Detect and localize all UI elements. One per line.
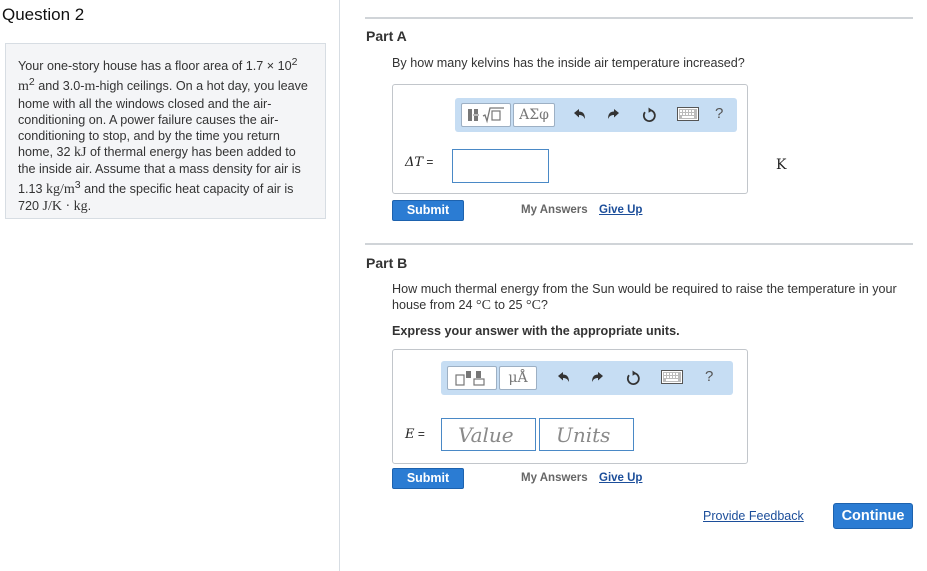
prompt-text: How much thermal energy from the Sun wou…	[392, 282, 897, 312]
part-a-title[interactable]: Part A	[366, 28, 407, 44]
unit-celsius: °C	[525, 298, 541, 313]
templates-icon[interactable]	[447, 366, 497, 390]
part-a-my-answers-link[interactable]: My Answers	[521, 204, 588, 216]
exponent: 2	[291, 56, 298, 68]
column-divider	[339, 0, 340, 571]
part-a-give-up-link[interactable]: Give Up	[599, 204, 642, 216]
unit-celsius: °C	[476, 298, 491, 313]
problem-text: and 3.0-	[34, 79, 85, 94]
unit-density: kg/m	[46, 182, 75, 198]
redo-icon[interactable]	[590, 370, 606, 386]
part-b-prompt: How much thermal energy from the Sun wou…	[392, 281, 917, 314]
prompt-text: ?	[540, 298, 548, 312]
units-button[interactable]: μÅ	[499, 366, 537, 390]
delta-t-input-box[interactable]	[452, 149, 549, 183]
part-a-submit-button[interactable]: Submit	[392, 200, 464, 221]
redo-icon[interactable]	[606, 107, 622, 123]
reset-icon[interactable]	[625, 370, 641, 386]
variable-name: ΔT	[405, 155, 424, 170]
value-input[interactable]	[442, 419, 535, 450]
equals-sign: =	[414, 427, 425, 441]
keyboard-icon[interactable]	[661, 370, 683, 386]
part-b-title[interactable]: Part B	[366, 255, 407, 271]
part-a-divider	[365, 17, 913, 19]
part-b-instruction: Express your answer with the appropriate…	[392, 324, 680, 338]
part-b-math-toolbar: μÅ ?	[441, 361, 733, 395]
continue-button[interactable]: Continue	[833, 503, 913, 529]
help-button[interactable]: ?	[715, 105, 723, 122]
delta-t-input[interactable]	[453, 150, 548, 182]
kelvin-unit: K	[776, 157, 787, 173]
part-b-submit-button[interactable]: Submit	[392, 468, 464, 489]
unit-m: m	[84, 79, 96, 95]
unit-specific-heat: J/K · kg	[42, 199, 88, 215]
part-b-answer-panel: μÅ ? E =	[392, 349, 748, 464]
part-b-give-up-link[interactable]: Give Up	[599, 472, 642, 484]
problem-text: Your one-story house has a floor area of…	[18, 59, 292, 74]
part-a-prompt: By how many kelvins has the inside air t…	[392, 56, 745, 70]
problem-text: .	[87, 199, 92, 214]
value-input-box[interactable]	[441, 418, 536, 451]
reset-icon[interactable]	[641, 107, 657, 123]
fraction-sqrt-icon[interactable]	[461, 103, 511, 127]
delta-t-label: ΔT =	[405, 155, 433, 170]
prompt-text: to 25	[490, 298, 526, 312]
part-a-math-toolbar: ΑΣφ ?	[455, 98, 737, 132]
provide-feedback-link[interactable]: Provide Feedback	[703, 509, 804, 523]
unit-kj: kJ	[74, 144, 87, 160]
greek-symbols-button[interactable]: ΑΣφ	[513, 103, 555, 127]
undo-icon[interactable]	[555, 370, 571, 386]
unit-m: m	[18, 79, 29, 95]
part-b-divider	[365, 243, 913, 245]
part-b-my-answers-link[interactable]: My Answers	[521, 472, 588, 484]
problem-statement: Your one-story house has a floor area of…	[5, 43, 326, 219]
help-button[interactable]: ?	[705, 368, 713, 385]
units-input-box[interactable]	[539, 418, 634, 451]
keyboard-icon[interactable]	[677, 107, 699, 123]
equals-sign: =	[423, 155, 434, 169]
variable-name: E	[405, 427, 415, 442]
units-input[interactable]	[540, 419, 633, 450]
energy-label: E =	[405, 427, 425, 442]
question-title: Question 2	[2, 5, 85, 24]
part-a-answer-panel: ΑΣφ ? ΔT = K	[392, 84, 786, 194]
undo-icon[interactable]	[571, 107, 587, 123]
